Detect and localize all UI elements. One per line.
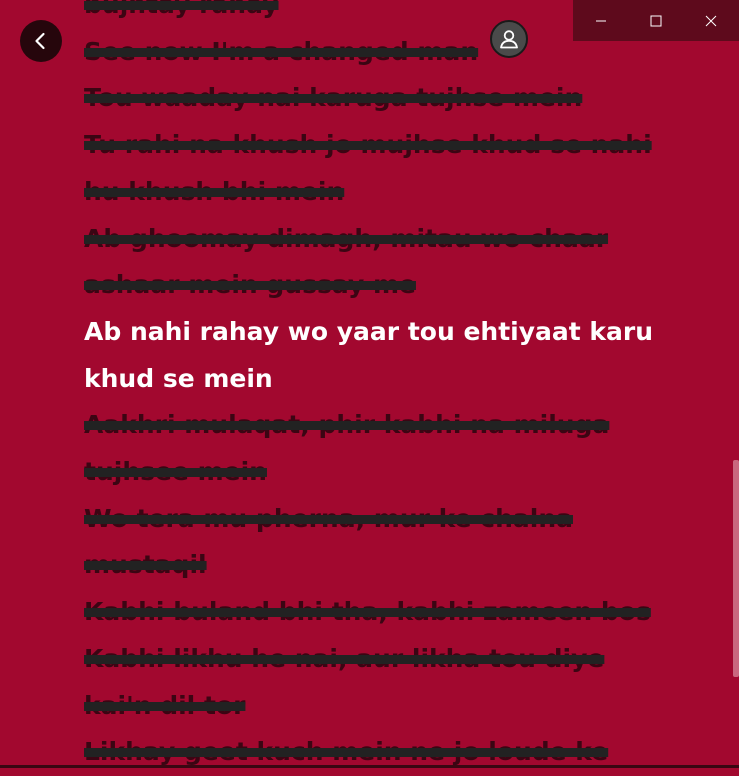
scrollbar-thumb[interactable] [733, 460, 739, 677]
window-titlebar [573, 0, 739, 41]
maximize-icon [650, 15, 661, 26]
lyric-line[interactable]: Kabhi buland bhi tha, kabhi zameen bos [84, 589, 674, 636]
close-button[interactable] [683, 0, 738, 41]
lyrics-container: bujhtay rahay See now I'm a changed man … [84, 0, 674, 776]
back-arrow-icon [35, 32, 45, 50]
lyric-line[interactable]: kai'n dil tor [84, 683, 674, 730]
lyric-line[interactable]: tujhsee mein [84, 449, 674, 496]
lyric-line[interactable]: Ab ghoomay dimagh, mitau wo chaar [84, 216, 674, 263]
back-button[interactable] [20, 20, 62, 62]
maximize-button[interactable] [628, 0, 683, 41]
lyric-line[interactable]: mustaqil [84, 542, 674, 589]
minimize-icon [595, 20, 606, 21]
close-icon [705, 15, 716, 26]
lyric-line[interactable]: Likhay geet kuch mein ne jo loude ke [84, 729, 674, 776]
lyric-line[interactable]: Aakhri mulaqat, phir kabhi na miluga [84, 402, 674, 449]
lyric-line[interactable]: Wo tera mu pherna, mur ke chalna [84, 496, 674, 543]
user-icon [500, 30, 518, 49]
lyric-line[interactable]: Tou waaday nai karuga tujhse mein [84, 75, 674, 122]
lyric-line[interactable]: Tu rahi na khush jo mujhse khud se nahi [84, 122, 674, 169]
lyric-line[interactable]: hu khush bhi mein [84, 169, 674, 216]
minimize-button[interactable] [573, 0, 628, 41]
lyric-line[interactable]: ashaar mein gussay me [84, 262, 674, 309]
lyric-line-active[interactable]: Ab nahi rahay wo yaar tou ehtiyaat karu [84, 309, 674, 356]
lyric-line-active[interactable]: khud se mein [84, 356, 674, 403]
lyric-line[interactable]: Kabhi likhu he nai, aur likha tou diye [84, 636, 674, 683]
profile-button[interactable] [490, 20, 528, 58]
